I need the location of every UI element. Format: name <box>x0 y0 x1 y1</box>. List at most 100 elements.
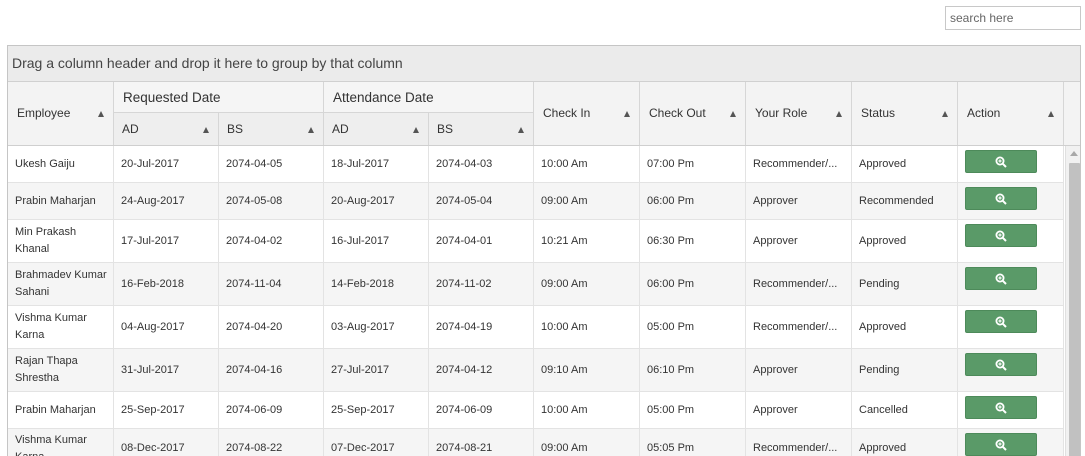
cell-check-in-text: 09:00 Am <box>541 442 588 454</box>
table-row[interactable]: Ukesh Gaiju 20-Jul-2017 2074-04-05 18-Jul-2… <box>8 146 1064 183</box>
cell-attendance-bs-text: 2074-05-04 <box>436 194 493 207</box>
cell-your-role-text: Recommender/... <box>753 277 838 290</box>
cell-action <box>958 146 1064 182</box>
cell-requested-bs-text: 2074-08-22 <box>226 442 283 454</box>
sort-icon <box>942 111 948 117</box>
cell-attendance-ad: 16-Jul-2017 <box>324 220 429 262</box>
view-details-button[interactable] <box>965 224 1037 247</box>
sort-icon <box>203 127 209 133</box>
cell-action <box>958 392 1064 428</box>
header-requested-ad[interactable]: AD <box>114 113 219 145</box>
header-requested-date[interactable]: Requested Date <box>114 82 324 113</box>
group-drop-area[interactable]: Drag a column header and drop it here to… <box>8 46 1080 82</box>
cell-requested-ad: 08-Dec-2017 <box>114 429 219 456</box>
header-check-in[interactable]: Check In <box>534 82 640 145</box>
cell-status-text: Approved <box>859 442 907 454</box>
cell-status-text: Pending <box>859 277 900 290</box>
cell-requested-ad: 31-Jul-2017 <box>114 349 219 391</box>
cell-requested-bs-text: 2074-04-05 <box>226 157 283 170</box>
cell-check-out-text: 06:00 Pm <box>647 277 695 290</box>
cell-check-out: 05:05 Pm <box>640 429 746 456</box>
sort-icon <box>730 111 736 117</box>
header-status[interactable]: Status <box>852 82 958 145</box>
cell-check-in-text: 10:00 Am <box>541 320 588 333</box>
scroll-thumb[interactable] <box>1069 163 1080 456</box>
header-attendance-bs[interactable]: BS <box>429 113 534 145</box>
cell-employee-text: Vishma Kumar Karna <box>15 312 87 341</box>
table-row[interactable]: Vishma Kumar Karna 04-Aug-2017 2074-04-20 0… <box>8 306 1064 349</box>
cell-requested-bs: 2074-06-09 <box>219 392 324 428</box>
approval-grid: Drag a column header and drop it here to… <box>7 45 1081 456</box>
cell-status-text: Recommended <box>859 194 934 207</box>
view-details-button[interactable] <box>965 150 1037 173</box>
cell-employee-text: Ukesh Gaiju <box>15 157 75 170</box>
view-details-button[interactable] <box>965 187 1037 210</box>
cell-check-in: 10:00 Am <box>534 146 640 182</box>
zoom-in-icon <box>995 273 1007 285</box>
cell-check-in: 09:00 Am <box>534 429 640 456</box>
cell-requested-bs-text: 2074-04-02 <box>226 234 283 247</box>
cell-requested-bs-text: 2074-05-08 <box>226 194 283 207</box>
view-details-button[interactable] <box>965 353 1037 376</box>
zoom-in-icon <box>995 193 1007 205</box>
cell-requested-ad-text: 04-Aug-2017 <box>121 320 185 333</box>
cell-employee: Vishma Kumar Karna <box>8 429 114 456</box>
cell-employee: Rajan Thapa Shrestha <box>8 349 114 391</box>
header-attendance-date[interactable]: Attendance Date <box>324 82 534 113</box>
table-row[interactable]: Min Prakash Khanal 17-Jul-2017 2074-04-02 1… <box>8 220 1064 263</box>
cell-attendance-ad: 27-Jul-2017 <box>324 349 429 391</box>
sort-icon <box>98 111 104 117</box>
header-attendance-ad[interactable]: AD <box>324 113 429 145</box>
cell-check-out: 06:30 Pm <box>640 220 746 262</box>
vertical-scrollbar[interactable] <box>1065 146 1080 456</box>
cell-status: Cancelled <box>852 392 958 428</box>
table-row[interactable]: Vishma Kumar Karna 08-Dec-2017 2074-08-22 0… <box>8 429 1064 456</box>
scroll-up-icon[interactable] <box>1070 151 1078 156</box>
table-row[interactable]: Brahmadev Kumar Sahani 16-Feb-2018 2074-11… <box>8 263 1064 306</box>
cell-status-text: Approved <box>859 234 907 247</box>
cell-attendance-bs-text: 2074-11-02 <box>436 277 492 290</box>
table-row[interactable]: Prabin Maharjan 24-Aug-2017 2074-05-08 20-A… <box>8 183 1064 220</box>
header-status-label: Status <box>861 106 896 120</box>
header-your-role[interactable]: Your Role <box>746 82 852 145</box>
view-details-button[interactable] <box>965 267 1037 290</box>
header-attendance-ad-label: AD <box>332 122 349 136</box>
cell-attendance-ad: 25-Sep-2017 <box>324 392 429 428</box>
cell-status-text: Cancelled <box>859 403 908 416</box>
view-details-button[interactable] <box>965 310 1037 333</box>
cell-your-role: Recommender/... <box>746 146 852 182</box>
cell-your-role-text: Recommender/... <box>753 442 838 454</box>
table-row[interactable]: Rajan Thapa Shrestha 31-Jul-2017 2074-04-1… <box>8 349 1064 392</box>
header-check-out[interactable]: Check Out <box>640 82 746 145</box>
cell-action <box>958 183 1064 219</box>
cell-requested-ad: 17-Jul-2017 <box>114 220 219 262</box>
cell-your-role-text: Recommender/... <box>753 320 838 333</box>
cell-your-role-text: Recommender/... <box>753 157 838 170</box>
view-details-button[interactable] <box>965 433 1037 456</box>
sort-icon <box>413 127 419 133</box>
header-action[interactable]: Action <box>958 82 1064 145</box>
sort-icon <box>1048 111 1054 117</box>
cell-employee: Prabin Maharjan <box>8 392 114 428</box>
cell-check-in: 09:00 Am <box>534 263 640 305</box>
cell-check-in: 09:10 Am <box>534 349 640 391</box>
cell-status: Recommended <box>852 183 958 219</box>
cell-attendance-bs-text: 2074-04-03 <box>436 157 493 170</box>
view-details-button[interactable] <box>965 396 1037 419</box>
table-row[interactable]: Prabin Maharjan 25-Sep-2017 2074-06-09 25-S… <box>8 392 1064 429</box>
cell-check-in-text: 10:00 Am <box>541 157 588 170</box>
zoom-in-icon <box>995 156 1007 168</box>
cell-check-in: 10:21 Am <box>534 220 640 262</box>
cell-employee-text: Brahmadev Kumar Sahani <box>15 269 107 298</box>
header-requested-bs[interactable]: BS <box>219 113 324 145</box>
cell-check-in: 10:00 Am <box>534 306 640 348</box>
search-input[interactable] <box>945 6 1081 30</box>
cell-employee-text: Vishma Kumar Karna <box>15 433 87 456</box>
header-employee[interactable]: Employee <box>8 82 114 145</box>
cell-your-role-text: Approver <box>753 403 798 416</box>
cell-requested-ad: 20-Jul-2017 <box>114 146 219 182</box>
cell-attendance-bs: 2074-04-01 <box>429 220 534 262</box>
zoom-in-icon <box>995 359 1007 371</box>
cell-check-out-text: 06:30 Pm <box>647 234 695 247</box>
cell-check-out: 05:00 Pm <box>640 392 746 428</box>
